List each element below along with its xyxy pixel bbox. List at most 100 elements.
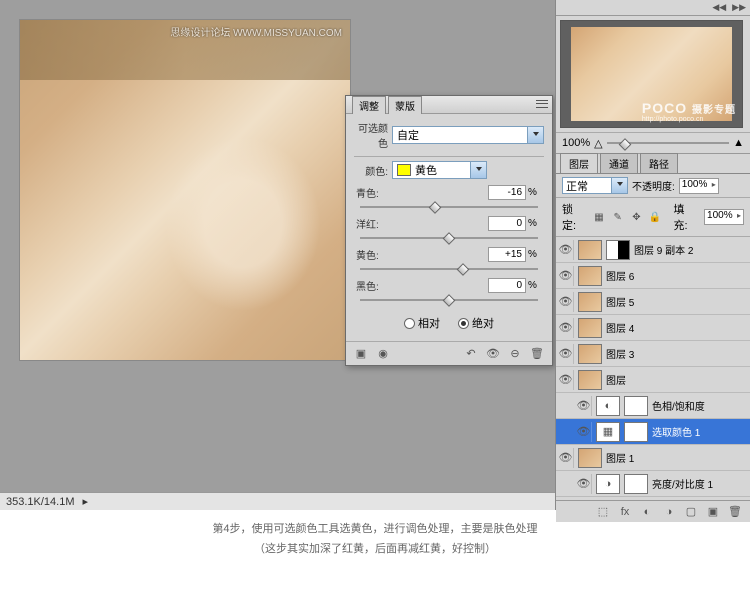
layer-row[interactable]: 👁图层 6: [556, 263, 750, 289]
visibility-icon[interactable]: 👁: [576, 422, 592, 442]
watermark-text: 思缘设计论坛 WWW.MISSYUAN.COM: [170, 24, 342, 39]
layer-thumb: [578, 240, 602, 260]
visibility-icon[interactable]: 👁: [558, 344, 574, 364]
layer-row[interactable]: 👁▦ 选取颜色 1: [556, 419, 750, 445]
eye-icon[interactable]: 👁: [486, 347, 500, 361]
visibility-icon[interactable]: 👁: [576, 396, 592, 416]
radio-absolute[interactable]: 绝对: [458, 315, 494, 331]
visibility-icon[interactable]: 👁: [558, 240, 574, 260]
slider-input[interactable]: [488, 216, 526, 231]
group-icon[interactable]: ▢: [684, 505, 698, 519]
slider-track[interactable]: [360, 262, 538, 276]
layer-row[interactable]: 👁◑ 亮度/对比度 1: [556, 471, 750, 497]
visibility-icon[interactable]: 👁: [576, 474, 592, 494]
lock-paint-icon[interactable]: ✎: [611, 211, 624, 224]
tab-mask[interactable]: 蒙版: [388, 96, 422, 114]
trash-icon[interactable]: 🗑: [530, 347, 544, 361]
layer-mask: [606, 240, 630, 260]
layer-row[interactable]: 👁 图层 3: [556, 341, 750, 367]
layer-thumb: [578, 370, 602, 390]
layer-row[interactable]: 👁图层 1: [556, 445, 750, 471]
adjustment-icon[interactable]: ◑: [662, 505, 676, 519]
panel-menu-icon[interactable]: [536, 99, 548, 109]
layers-list[interactable]: 👁图层 9 副本 2👁图层 6👁图层 5👁图层 4👁图层 3👁图层👁◐色相/饱和…: [556, 237, 750, 500]
tab-adjust[interactable]: 调整: [352, 96, 386, 114]
slider-input[interactable]: [488, 185, 526, 200]
layer-name: 图层 5: [606, 294, 748, 309]
color-label: 颜色:: [354, 163, 388, 178]
opacity-label: 不透明度:: [632, 178, 675, 193]
lock-move-icon[interactable]: ✥: [630, 211, 643, 224]
chevron-down-icon[interactable]: [527, 127, 543, 143]
layer-name: 色相/饱和度: [652, 398, 748, 413]
slider-input[interactable]: [488, 247, 526, 262]
status-bar: 353.1K/14.1M ▸: [0, 492, 555, 510]
reset-icon[interactable]: ↶: [464, 347, 478, 361]
layer-name: 图层 4: [606, 320, 748, 335]
lock-transparent-icon[interactable]: ▦: [593, 211, 606, 224]
caption-line2: （这步其实加深了红黄，后面再减红黄，好控制）: [0, 540, 750, 560]
visibility-icon[interactable]: 👁: [558, 292, 574, 312]
visibility-icon[interactable]: 👁: [576, 500, 592, 501]
prev-icon[interactable]: ⊖: [508, 347, 522, 361]
slider-label: 黑色:: [356, 278, 379, 293]
layer-mask: [624, 474, 648, 494]
visibility-icon[interactable]: 👁: [558, 370, 574, 390]
layer-name: 图层 3: [606, 346, 748, 361]
zoom-in-icon[interactable]: ▲: [733, 137, 744, 149]
layer-thumb-adjustment: ▦: [596, 422, 620, 442]
layer-row[interactable]: 👁图层: [556, 367, 750, 393]
link-icon[interactable]: ⬚: [596, 505, 610, 519]
new-layer-icon[interactable]: ▣: [706, 505, 720, 519]
fill-input[interactable]: 100%: [704, 209, 744, 225]
opacity-input[interactable]: 100%: [679, 178, 719, 194]
zoom-value: 100%: [562, 137, 590, 149]
layer-name: 图层 9 副本 2: [634, 242, 748, 257]
trash-icon[interactable]: 🗑: [728, 505, 742, 519]
chevron-down-icon[interactable]: [470, 162, 486, 178]
slider-input[interactable]: [488, 278, 526, 293]
visibility-icon[interactable]: 👁: [558, 318, 574, 338]
layer-name: 亮度/对比度 1: [652, 476, 748, 491]
navigator-thumbnail[interactable]: POCO 摄影专题http://photo.poco.cn: [560, 20, 743, 128]
color-dropdown[interactable]: 黄色: [392, 161, 487, 179]
layer-row[interactable]: 👁 图层 4: [556, 315, 750, 341]
slider-track[interactable]: [360, 200, 538, 214]
mask-icon[interactable]: ◐: [640, 505, 654, 519]
preset-dropdown[interactable]: 自定: [392, 126, 544, 144]
layer-row[interactable]: 👁◐色相/饱和度: [556, 393, 750, 419]
tab-paths[interactable]: 路径: [640, 153, 678, 173]
radio-relative[interactable]: 相对: [404, 315, 440, 331]
lock-label: 锁定:: [562, 201, 587, 233]
layers-tabs: 图层 通道 路径: [556, 154, 750, 174]
fx-icon[interactable]: fx: [618, 505, 632, 519]
panel-titlebar[interactable]: 调整 蒙版: [346, 96, 552, 114]
visibility-icon[interactable]: 👁: [558, 448, 574, 468]
slider-track[interactable]: [360, 231, 538, 245]
zoom-slider[interactable]: [607, 137, 730, 149]
navigator-header: ◀◀ ▶▶: [556, 0, 750, 16]
zoom-out-icon[interactable]: △: [594, 137, 602, 150]
layer-thumb-adjustment: ◑: [596, 474, 620, 494]
tab-layers[interactable]: 图层: [560, 153, 598, 173]
slider-track[interactable]: [360, 293, 538, 307]
poco-watermark: POCO 摄影专题http://photo.poco.cn: [642, 100, 736, 123]
layer-thumb: [578, 266, 602, 286]
collapse-icon[interactable]: ◀◀: [712, 2, 726, 13]
document-image[interactable]: 思缘设计论坛 WWW.MISSYUAN.COM: [20, 20, 350, 360]
adjustments-panel: 调整 蒙版 可选颜色 自定 颜色: 黄色 青色:%洋红:%黄色:%黑色:% 相对…: [345, 95, 553, 366]
clip-icon[interactable]: ▣: [354, 347, 368, 361]
blend-mode-dropdown[interactable]: 正常: [562, 177, 628, 194]
expand-icon[interactable]: ▶▶: [732, 2, 746, 13]
layer-thumb: [578, 292, 602, 312]
lock-all-icon[interactable]: 🔒: [649, 211, 662, 224]
layer-row[interactable]: 👁 图层 5: [556, 289, 750, 315]
layer-name: 选取颜色 1: [652, 424, 748, 439]
status-text: 353.1K/14.1M: [6, 496, 75, 508]
view-icon[interactable]: ◉: [376, 347, 390, 361]
visibility-icon[interactable]: 👁: [558, 266, 574, 286]
chevron-down-icon[interactable]: [611, 178, 627, 193]
tab-channels[interactable]: 通道: [600, 153, 638, 173]
preset-label: 可选颜色: [354, 120, 388, 150]
layer-row[interactable]: 👁 图层 9 副本 2: [556, 237, 750, 263]
